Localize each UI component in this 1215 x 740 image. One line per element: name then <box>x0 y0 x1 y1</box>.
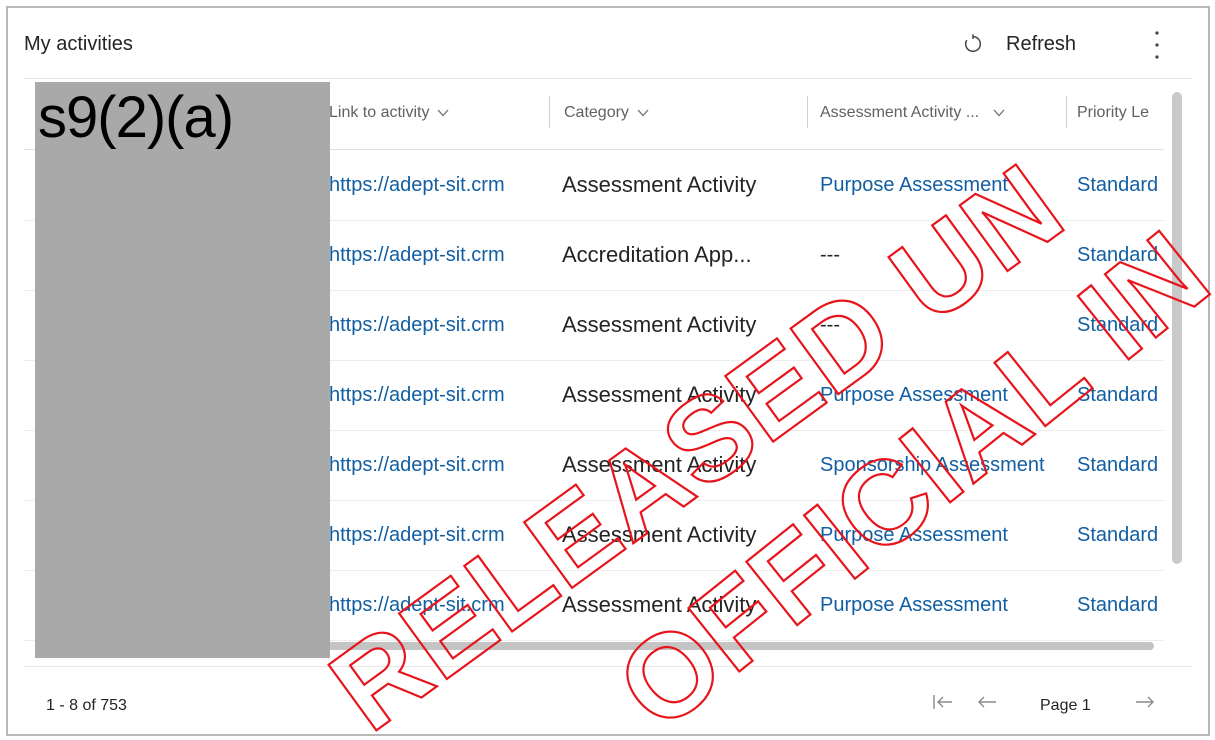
refresh-icon <box>964 34 982 53</box>
priority-level-link[interactable]: Standard <box>1077 430 1164 500</box>
header-divider <box>24 78 1192 79</box>
more-vertical-icon[interactable] <box>1150 28 1164 62</box>
assessment-activity-empty: --- <box>820 244 840 266</box>
assessment-activity-link[interactable]: Sponsorship Assessment <box>820 430 1074 500</box>
page-label: Page 1 <box>1040 697 1091 714</box>
activity-link[interactable]: https://adept-sit.crm <box>329 360 551 430</box>
category-cell: Accreditation App... <box>562 242 752 267</box>
category-cell: Assessment Activity <box>562 312 757 337</box>
refresh-label: Refresh <box>1006 32 1077 55</box>
category-cell: Assessment Activity <box>562 522 757 547</box>
horizontal-scrollbar[interactable] <box>324 642 1154 650</box>
priority-level-link[interactable]: Standard <box>1077 290 1164 360</box>
priority-level-link[interactable]: Standard <box>1077 570 1164 640</box>
column-separator <box>549 96 550 128</box>
column-header-category-label: Category <box>564 104 629 121</box>
activity-link[interactable]: https://adept-sit.crm <box>329 430 551 500</box>
category-cell: Assessment Activity <box>562 172 757 197</box>
arrow-right-icon[interactable] <box>1134 693 1156 711</box>
category-cell: Assessment Activity <box>562 452 757 477</box>
column-separator <box>807 96 808 128</box>
chevron-down-icon <box>438 109 449 117</box>
activity-link[interactable]: https://adept-sit.crm <box>329 150 551 220</box>
chevron-down-icon <box>637 109 649 117</box>
arrow-left-icon[interactable] <box>976 693 998 711</box>
activity-link[interactable]: https://adept-sit.crm <box>329 500 551 570</box>
refresh-button[interactable]: Refresh <box>962 28 1076 60</box>
activity-link[interactable]: https://adept-sit.crm <box>329 290 551 360</box>
assessment-activity-empty: --- <box>820 314 840 336</box>
assessment-activity-link[interactable]: Purpose Assessment <box>820 360 1074 430</box>
activity-link[interactable]: https://adept-sit.crm <box>329 570 551 640</box>
column-separator <box>1066 96 1067 128</box>
record-count: 1 - 8 of 753 <box>46 697 127 714</box>
column-header-assessment[interactable]: Assessment Activity ... <box>820 104 1005 122</box>
column-header-category[interactable]: Category <box>564 104 649 122</box>
assessment-activity-link[interactable]: Purpose Assessment <box>820 500 1074 570</box>
redaction-label: s9(2)(a) <box>38 85 234 150</box>
column-header-priority-label: Priority Le <box>1077 104 1150 121</box>
category-cell: Assessment Activity <box>562 592 757 617</box>
priority-level-link[interactable]: Standard <box>1077 150 1164 220</box>
page-title: My activities <box>24 33 133 55</box>
priority-level-link[interactable]: Standard <box>1077 220 1164 290</box>
column-header-assessment-label: Assessment Activity ... <box>820 104 980 121</box>
vertical-scrollbar[interactable] <box>1172 92 1182 564</box>
assessment-activity-link[interactable]: Purpose Assessment <box>820 150 1074 220</box>
column-header-link[interactable]: Link to activity <box>329 104 449 122</box>
priority-level-link[interactable]: Standard <box>1077 360 1164 430</box>
column-header-priority[interactable]: Priority Le <box>1077 104 1149 122</box>
redaction-box <box>35 82 330 658</box>
first-page-icon[interactable] <box>932 693 954 711</box>
category-cell: Assessment Activity <box>562 382 757 407</box>
footer-divider <box>24 666 1192 667</box>
chevron-down-icon <box>993 109 1005 117</box>
activity-link[interactable]: https://adept-sit.crm <box>329 220 551 290</box>
column-header-link-label: Link to activity <box>329 104 430 121</box>
assessment-activity-link[interactable]: Purpose Assessment <box>820 570 1074 640</box>
priority-level-link[interactable]: Standard <box>1077 500 1164 570</box>
